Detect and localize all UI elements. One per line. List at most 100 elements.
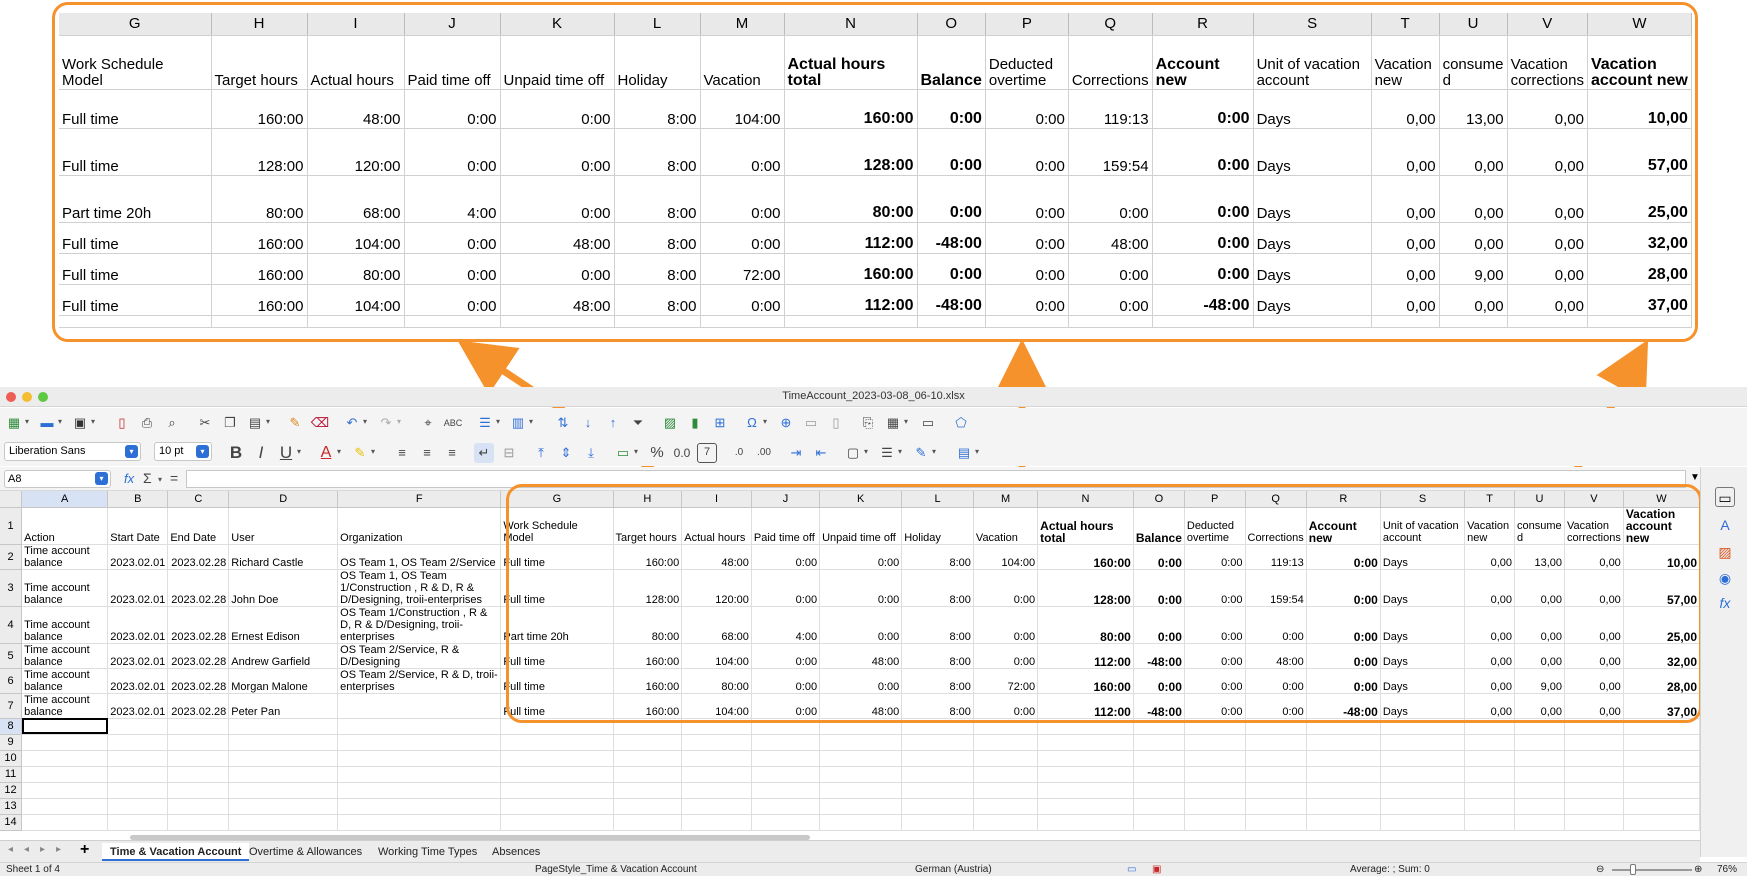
cell[interactable]: 160:00 — [613, 693, 683, 719]
cell[interactable]: 9,00 — [1514, 668, 1566, 694]
cell[interactable]: 2023.02.01 — [107, 606, 169, 644]
cell[interactable] — [1133, 718, 1185, 735]
cell[interactable] — [1133, 750, 1185, 767]
cell[interactable]: Time account balance — [21, 544, 109, 570]
cell[interactable] — [1306, 798, 1381, 815]
cell[interactable]: 0:00 — [1306, 544, 1381, 570]
row-header[interactable]: 8 — [0, 718, 23, 735]
cell[interactable] — [681, 782, 752, 799]
cell[interactable]: Paid time off — [751, 507, 821, 545]
cell[interactable]: End Date — [167, 507, 230, 545]
row-header[interactable]: 11 — [0, 766, 23, 783]
cell[interactable]: 2023.02.01 — [107, 693, 169, 719]
cell[interactable] — [167, 750, 230, 767]
cell[interactable] — [1306, 734, 1381, 751]
comment-icon[interactable]: ▭ — [801, 413, 821, 433]
cell[interactable]: Days — [1380, 606, 1466, 644]
cell[interactable]: -48:00 — [1306, 693, 1381, 719]
cell[interactable] — [1133, 798, 1185, 815]
cell[interactable] — [819, 814, 903, 831]
row-header[interactable]: 7 — [0, 693, 23, 719]
name-box[interactable]: A8 ▾ — [4, 470, 111, 488]
cell[interactable]: 160:00 — [613, 544, 683, 570]
column-icon[interactable]: ▥ — [508, 413, 528, 433]
increase-indent-icon[interactable]: ⇥ — [786, 443, 806, 463]
function-wizard-icon[interactable]: fx — [124, 471, 134, 486]
underline-icon[interactable]: U — [276, 443, 296, 463]
cell[interactable] — [1306, 750, 1381, 767]
cell[interactable]: 0,00 — [1564, 606, 1624, 644]
cell[interactable]: 37,00 — [1623, 693, 1700, 719]
cell[interactable] — [1245, 766, 1307, 783]
pivot-table-icon[interactable]: ⊞ — [710, 413, 730, 433]
cell[interactable]: Days — [1380, 693, 1466, 719]
freeze-rows-columns-icon[interactable]: ▦ — [883, 413, 903, 433]
cell[interactable]: Part time 20h — [500, 606, 614, 644]
column-header[interactable]: A — [21, 491, 109, 508]
cell[interactable]: 0:00 — [1184, 693, 1246, 719]
format-as-percent-icon[interactable]: % — [647, 443, 667, 463]
cell[interactable] — [1245, 782, 1307, 799]
cell[interactable]: Actual hours — [681, 507, 752, 545]
cell[interactable] — [1184, 782, 1246, 799]
cell[interactable]: 25,00 — [1623, 606, 1700, 644]
cell[interactable]: 0:00 — [751, 569, 821, 607]
column-header[interactable]: J — [751, 491, 821, 508]
cell[interactable]: 0:00 — [1184, 569, 1246, 607]
cell[interactable]: 28,00 — [1623, 668, 1700, 694]
cell[interactable] — [751, 798, 821, 815]
selection-mode-icon[interactable]: ▭ — [1127, 864, 1136, 875]
cell[interactable]: 2023.02.28 — [167, 693, 230, 719]
cell[interactable] — [228, 798, 339, 815]
cell[interactable]: Vacation account new — [1623, 507, 1700, 545]
cell[interactable] — [1514, 718, 1566, 735]
clear-formatting-icon[interactable]: ⌫ — [310, 413, 330, 433]
cell[interactable] — [1464, 766, 1516, 783]
cell[interactable]: 0:00 — [1133, 569, 1185, 607]
cell[interactable] — [751, 830, 821, 831]
row-header[interactable]: 2 — [0, 544, 23, 570]
cell[interactable] — [1380, 718, 1466, 735]
cell[interactable] — [1564, 814, 1624, 831]
cell[interactable]: 160:00 — [613, 668, 683, 694]
cell[interactable]: 160:00 — [1037, 544, 1134, 570]
cell[interactable] — [1306, 766, 1381, 783]
cell[interactable] — [167, 830, 230, 831]
cell[interactable] — [500, 750, 614, 767]
bold-icon[interactable]: B — [226, 443, 246, 463]
align-center-icon[interactable]: ≡ — [417, 443, 437, 463]
cell[interactable] — [1464, 782, 1516, 799]
cell[interactable]: 0:00 — [1306, 606, 1381, 644]
cell[interactable] — [107, 734, 169, 751]
cell[interactable] — [819, 798, 903, 815]
cell[interactable]: Start Date — [107, 507, 169, 545]
cell[interactable]: 48:00 — [681, 544, 752, 570]
cell[interactable] — [1564, 734, 1624, 751]
cell[interactable]: -48:00 — [1133, 693, 1185, 719]
chevron-down-icon[interactable]: ▾ — [196, 445, 209, 458]
cell[interactable]: 2023.02.28 — [167, 544, 230, 570]
cell[interactable] — [1380, 734, 1466, 751]
cell[interactable] — [228, 814, 339, 831]
cell[interactable] — [228, 830, 339, 831]
cell[interactable]: 8:00 — [901, 544, 974, 570]
cell[interactable]: 80:00 — [681, 668, 752, 694]
column-header[interactable]: Q — [1245, 491, 1307, 508]
cell[interactable] — [973, 766, 1039, 783]
cell[interactable] — [751, 750, 821, 767]
row-header[interactable]: 9 — [0, 734, 23, 751]
cell[interactable]: 2023.02.28 — [167, 668, 230, 694]
cell[interactable] — [1037, 830, 1134, 831]
column-header[interactable]: T — [1464, 491, 1516, 508]
cell[interactable] — [1464, 750, 1516, 767]
column-header[interactable]: C — [167, 491, 230, 508]
cell[interactable] — [337, 798, 502, 815]
cell[interactable] — [819, 782, 903, 799]
cell[interactable]: 80:00 — [613, 606, 683, 644]
cell[interactable]: 48:00 — [819, 693, 903, 719]
cell[interactable]: 0:00 — [751, 693, 821, 719]
cell[interactable] — [1514, 766, 1566, 783]
cell[interactable] — [901, 782, 974, 799]
cell[interactable]: 0:00 — [1133, 544, 1185, 570]
wrap-text-icon[interactable]: ↵ — [474, 443, 494, 463]
